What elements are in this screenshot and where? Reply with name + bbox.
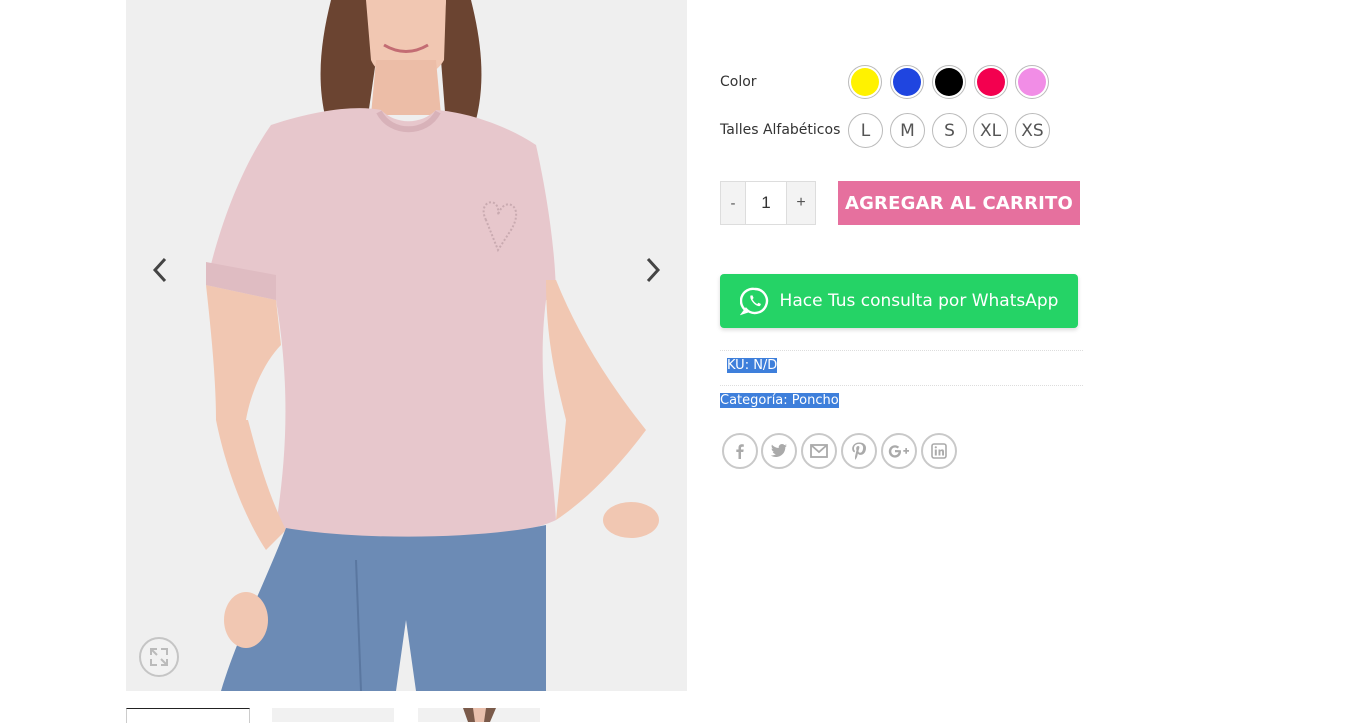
quantity-stepper: - 1 + [720,181,816,225]
gallery-next-button[interactable] [633,250,673,290]
share-email-button[interactable] [801,433,837,469]
share-pinterest-button[interactable] [841,433,877,469]
meta-divider [720,385,1083,386]
size-option-xs[interactable]: XS [1015,113,1050,148]
thumbnail-strip [126,708,687,723]
thumbnail-2[interactable] [272,708,394,722]
zoom-button[interactable] [139,637,179,677]
color-label: Color [720,74,757,90]
size-option-s[interactable]: S [932,113,967,148]
pinterest-icon [852,442,866,460]
share-google-plus-button[interactable] [881,433,917,469]
color-swatch-fill [935,68,963,96]
quantity-minus-button[interactable]: - [720,181,746,225]
whatsapp-icon [739,287,768,316]
color-swatch[interactable] [932,65,966,99]
share-linkedin-button[interactable] [921,433,957,469]
size-option-l[interactable]: L [848,113,883,148]
category-link[interactable]: Poncho [791,393,839,408]
color-swatch-fill [851,68,879,96]
expand-icon [150,648,168,666]
meta-divider [720,350,1083,351]
email-icon [810,444,828,458]
size-option-m[interactable]: M [890,113,925,148]
share-facebook-button[interactable] [722,433,758,469]
gallery-prev-button[interactable] [140,250,180,290]
color-swatch[interactable] [848,65,882,99]
color-swatch-fill [977,68,1005,96]
facebook-icon [736,444,744,459]
google-plus-icon [888,445,909,458]
product-photo [126,0,687,691]
chevron-right-icon [646,257,661,283]
category-label: Categoría: [720,393,792,408]
size-label: Talles Alfabéticos [720,122,841,138]
linkedin-icon [931,443,947,459]
thumbnail-3[interactable] [418,708,540,722]
quantity-input[interactable]: 1 [746,181,786,225]
color-swatch[interactable] [890,65,924,99]
whatsapp-button-label: Hace Tus consulta por WhatsApp [779,291,1059,311]
color-swatch[interactable] [1015,65,1049,99]
color-swatch-fill [893,68,921,96]
color-swatch-fill [1018,68,1046,96]
thumbnail-1[interactable] [126,708,250,723]
color-swatch[interactable] [974,65,1008,99]
product-image-gallery[interactable] [126,0,687,691]
chevron-left-icon [152,257,167,283]
thumbnail-photo [463,708,496,722]
add-to-cart-button[interactable]: AGREGAR AL CARRITO [838,181,1080,225]
category: Categoría: Poncho [720,393,839,408]
whatsapp-button[interactable]: Hace Tus consulta por WhatsApp [720,274,1078,328]
twitter-icon [770,444,787,457]
sku-value: KU: N/D [727,358,778,373]
sku: KU: N/D [727,358,778,373]
quantity-plus-button[interactable]: + [786,181,816,225]
share-twitter-button[interactable] [761,433,797,469]
size-option-xl[interactable]: XL [973,113,1008,148]
